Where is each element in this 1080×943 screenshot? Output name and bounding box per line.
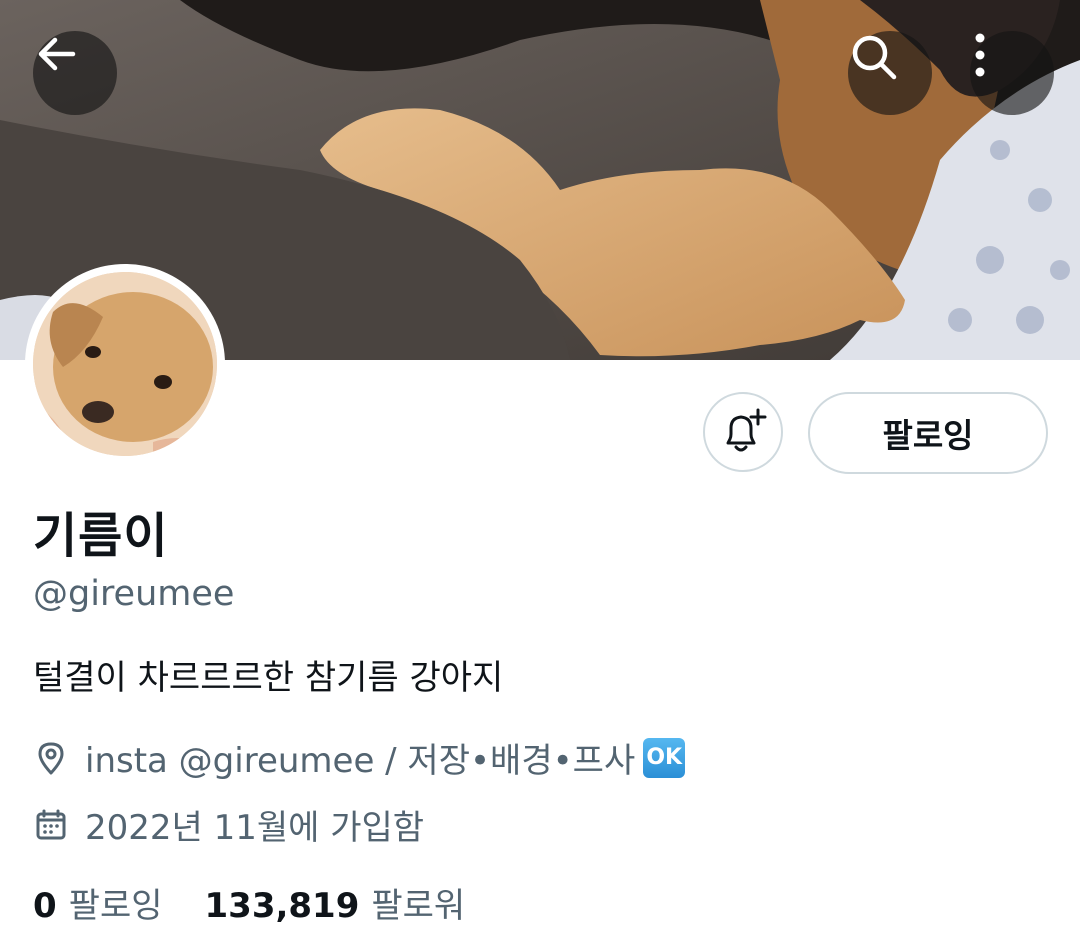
more-vertical-icon — [975, 33, 985, 77]
following-button[interactable]: 팔로잉 — [808, 392, 1048, 474]
avatar[interactable] — [25, 264, 225, 464]
search-icon — [852, 35, 897, 80]
joined-date-text: 2022년 11월에 가입함 — [85, 808, 425, 848]
ok-button-emoji: OK — [643, 737, 686, 778]
followers-label[interactable]: 팔로워 — [371, 878, 465, 927]
following-label[interactable]: 팔로잉 — [69, 878, 163, 927]
location-pin-icon — [33, 740, 69, 776]
location-row: insta @gireumee / 저장•배경•프사 OK — [33, 733, 686, 782]
profile-bio: 털결이 차르르르한 참기름 강아지 — [33, 658, 504, 698]
more-options-button[interactable] — [970, 31, 1054, 115]
avatar-image — [33, 272, 217, 456]
display-name: 기름이 — [33, 508, 169, 564]
follow-stats: 0 팔로잉 133,819 팔로워 — [33, 878, 465, 927]
location-text: insta @gireumee / 저장•배경•프사 — [85, 741, 636, 781]
calendar-icon — [33, 807, 69, 843]
joined-row: 2022년 11월에 가입함 — [33, 800, 424, 849]
bell-plus-icon — [726, 408, 767, 452]
profile-page: 팔로잉 기름이 @gireumee 털결이 차르르르한 참기름 강아지 inst… — [0, 0, 1080, 943]
following-count[interactable]: 0 — [33, 886, 57, 926]
notification-subscribe-button[interactable] — [703, 392, 783, 472]
search-button[interactable] — [848, 31, 932, 115]
arrow-left-icon — [38, 37, 76, 71]
user-handle: @gireumee — [33, 574, 235, 614]
back-button[interactable] — [33, 31, 117, 115]
followers-count[interactable]: 133,819 — [205, 886, 360, 926]
